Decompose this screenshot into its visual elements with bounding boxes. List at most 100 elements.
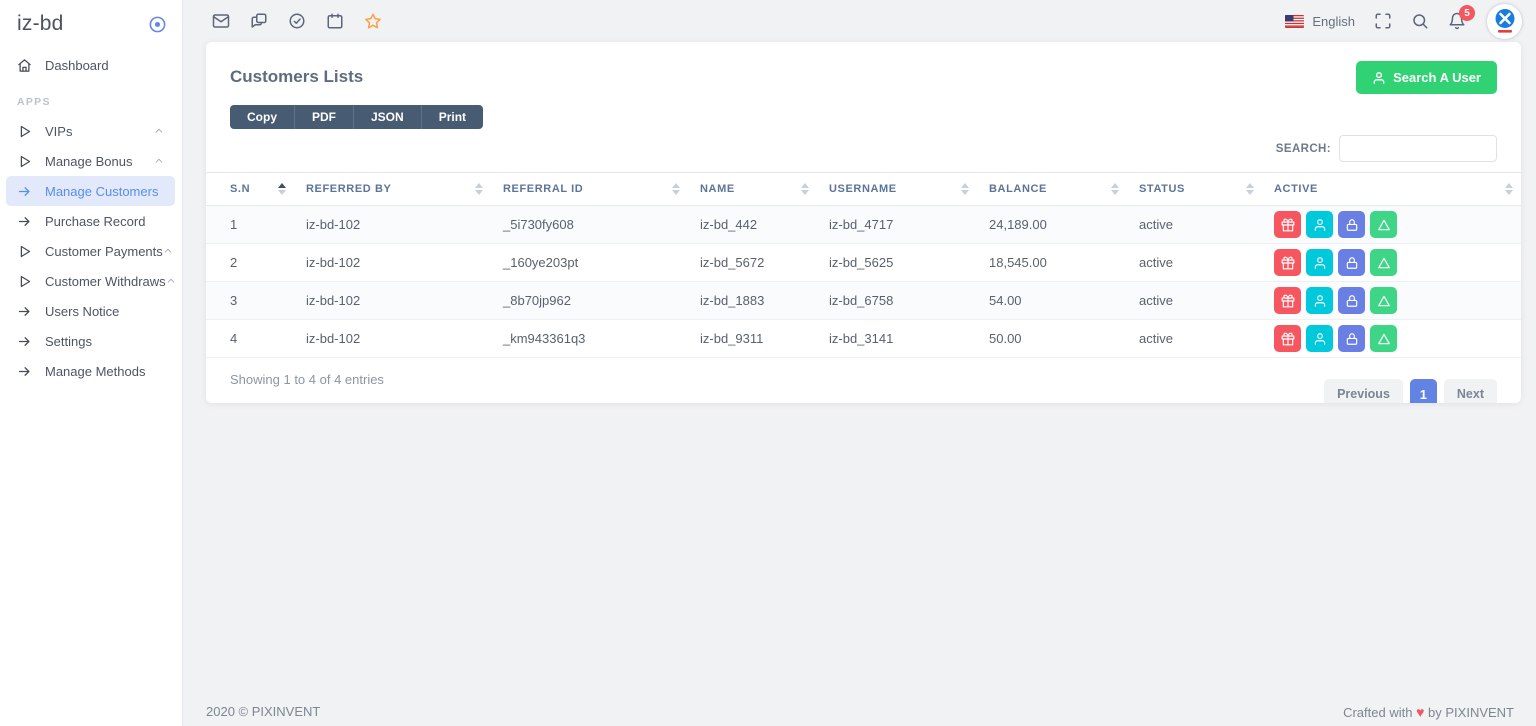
- home-icon: [17, 58, 32, 73]
- triangle-action-button[interactable]: [1370, 211, 1397, 238]
- lock-icon: [1345, 294, 1359, 308]
- sort-arrows-icon: [801, 183, 809, 195]
- cell-s-n: 2: [206, 244, 294, 282]
- calendar-shortcut-button[interactable]: [326, 12, 344, 30]
- sidebar-item-users-notice[interactable]: Users Notice: [6, 296, 175, 326]
- sort-arrows-icon: [1505, 183, 1513, 195]
- user-action-button[interactable]: [1306, 211, 1333, 238]
- gift-action-button[interactable]: [1274, 249, 1301, 276]
- language-selector[interactable]: English: [1285, 14, 1355, 29]
- chat-shortcut-button[interactable]: [250, 12, 268, 30]
- gift-icon: [1281, 256, 1295, 270]
- gift-action-button[interactable]: [1274, 287, 1301, 314]
- sort-arrows-icon: [475, 183, 483, 195]
- triangle-action-button[interactable]: [1370, 325, 1397, 352]
- search-a-user-button[interactable]: Search A User: [1356, 61, 1497, 94]
- column-header-referred-by[interactable]: REFERRED BY: [294, 173, 491, 206]
- user-action-button[interactable]: [1306, 325, 1333, 352]
- sidebar-item-manage-methods[interactable]: Manage Methods: [6, 356, 175, 386]
- us-flag-icon: [1285, 15, 1304, 28]
- card-header: Customers Lists Search A User: [206, 42, 1521, 94]
- column-header-username[interactable]: USERNAME: [817, 173, 977, 206]
- user-icon: [1313, 218, 1327, 232]
- search-input[interactable]: [1339, 135, 1497, 162]
- search-button[interactable]: [1411, 12, 1429, 30]
- column-header-active[interactable]: ACTIVE: [1262, 173, 1521, 206]
- star-shortcut-button[interactable]: [364, 12, 382, 30]
- export-copy-button[interactable]: Copy: [230, 105, 294, 129]
- triangle-action-button[interactable]: [1370, 287, 1397, 314]
- triangle-action-button[interactable]: [1370, 249, 1397, 276]
- navbar-right: English 5: [1285, 4, 1522, 39]
- check-circle-shortcut-button[interactable]: [288, 12, 306, 30]
- page-footer: 2020 © PIXINVENT Crafted with ♥ by PIXIN…: [206, 704, 1514, 720]
- sidebar-item-vips[interactable]: VIPs: [6, 116, 175, 146]
- cell-status: active: [1127, 320, 1262, 358]
- column-header-s-n[interactable]: S.N: [206, 173, 294, 206]
- chev-icon: [154, 156, 164, 166]
- sort-arrows-icon: [278, 183, 286, 195]
- lock-action-button[interactable]: [1338, 325, 1365, 352]
- pagination-previous-button[interactable]: Previous: [1324, 379, 1403, 403]
- export-print-button[interactable]: Print: [421, 105, 483, 129]
- user-action-button[interactable]: [1306, 249, 1333, 276]
- maximize-button[interactable]: [1374, 12, 1392, 30]
- arrow-icon: [17, 184, 32, 199]
- column-label: NAME: [700, 183, 735, 195]
- sidebar-section-label: APPS: [0, 80, 182, 116]
- lock-icon: [1345, 332, 1359, 346]
- play-icon: [17, 124, 32, 139]
- pagination-page-1-button[interactable]: 1: [1410, 379, 1437, 403]
- table-search-row: SEARCH:: [206, 129, 1521, 162]
- column-header-name[interactable]: NAME: [688, 173, 817, 206]
- profile-avatar[interactable]: [1487, 4, 1522, 39]
- sidebar-item-customer-payments[interactable]: Customer Payments: [6, 236, 175, 266]
- sidebar-item-manage-customers[interactable]: Manage Customers: [6, 176, 175, 206]
- sidebar-item-purchase-record[interactable]: Purchase Record: [6, 206, 175, 236]
- cell-name: iz-bd_5672: [688, 244, 817, 282]
- column-label: REFERRED BY: [306, 183, 391, 195]
- copyright-text: 2020 © PIXINVENT: [206, 704, 320, 720]
- cell-name: iz-bd_9311: [688, 320, 817, 358]
- gift-icon: [1281, 294, 1295, 308]
- mail-shortcut-button[interactable]: [212, 12, 230, 30]
- export-button-group: CopyPDFJSONPrint: [230, 105, 483, 129]
- top-navbar: English 5: [184, 0, 1536, 42]
- cell-actions: [1262, 320, 1521, 358]
- cell-referred-by: iz-bd-102: [294, 206, 491, 244]
- export-json-button[interactable]: JSON: [353, 105, 421, 129]
- menu-toggle-disc-icon[interactable]: [148, 15, 167, 34]
- cell-balance: 54.00: [977, 282, 1127, 320]
- cell-referral-id: _5i730fy608: [491, 206, 688, 244]
- sidebar-item-manage-bonus[interactable]: Manage Bonus: [6, 146, 175, 176]
- gift-action-button[interactable]: [1274, 325, 1301, 352]
- sidebar-item-dashboard[interactable]: Dashboard: [6, 50, 175, 80]
- gift-action-button[interactable]: [1274, 211, 1301, 238]
- lock-action-button[interactable]: [1338, 249, 1365, 276]
- sidebar-item-label: Manage Methods: [45, 364, 145, 379]
- cell-balance: 18,545.00: [977, 244, 1127, 282]
- column-header-status[interactable]: STATUS: [1127, 173, 1262, 206]
- cell-referred-by: iz-bd-102: [294, 320, 491, 358]
- sidebar-item-customer-withdraws[interactable]: Customer Withdraws: [6, 266, 175, 296]
- chat-icon: [250, 12, 268, 30]
- sidebar-item-label: Users Notice: [45, 304, 119, 319]
- navbar-shortcuts: [212, 12, 382, 30]
- user-action-button[interactable]: [1306, 287, 1333, 314]
- cell-name: iz-bd_442: [688, 206, 817, 244]
- pagination: Previous 1 Next: [1324, 379, 1497, 403]
- column-header-balance[interactable]: BALANCE: [977, 173, 1127, 206]
- sidebar-item-settings[interactable]: Settings: [6, 326, 175, 356]
- lock-action-button[interactable]: [1338, 287, 1365, 314]
- pagination-next-button[interactable]: Next: [1444, 379, 1497, 403]
- bell-button[interactable]: 5: [1448, 12, 1466, 30]
- column-label: BALANCE: [989, 183, 1047, 195]
- lock-action-button[interactable]: [1338, 211, 1365, 238]
- cell-status: active: [1127, 244, 1262, 282]
- column-header-referral-id[interactable]: REFERRAL ID: [491, 173, 688, 206]
- export-pdf-button[interactable]: PDF: [294, 105, 353, 129]
- sidebar-nav: DashboardAPPSVIPsManage BonusManage Cust…: [0, 50, 182, 386]
- chev-icon: [163, 246, 173, 256]
- cell-referred-by: iz-bd-102: [294, 282, 491, 320]
- cell-actions: [1262, 244, 1521, 282]
